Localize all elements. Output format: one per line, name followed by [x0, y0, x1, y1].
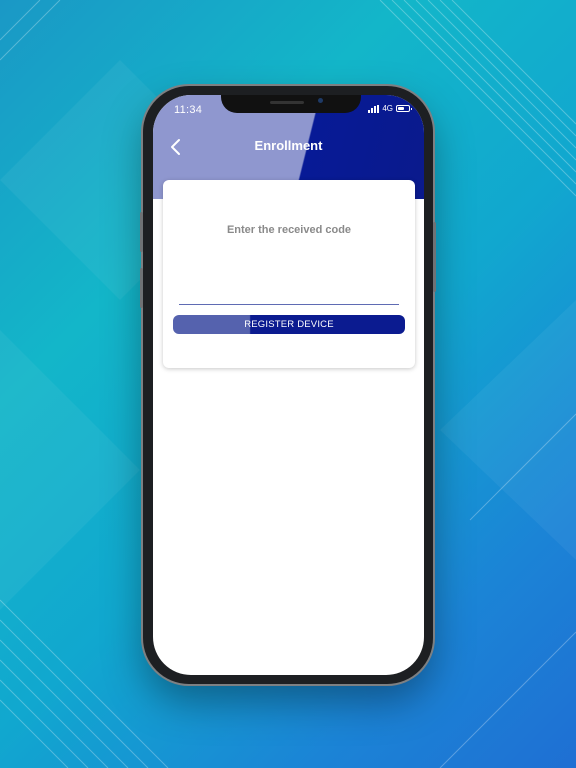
code-input[interactable] — [179, 280, 399, 305]
phone-side-button — [140, 212, 143, 252]
notch — [221, 95, 361, 113]
network-type: 4G — [382, 104, 393, 113]
phone-side-button — [140, 268, 143, 308]
register-device-button[interactable]: REGISTER DEVICE — [173, 315, 405, 334]
camera-icon — [318, 98, 323, 103]
speaker-grille — [270, 101, 304, 104]
signal-bars-icon — [368, 104, 380, 113]
phone-side-button — [433, 222, 436, 292]
enrollment-card: Enter the received code REGISTER DEVICE — [163, 180, 415, 368]
register-device-label: REGISTER DEVICE — [244, 319, 334, 330]
phone-screen: 11:34 4G Enrollment Enter the received c… — [153, 95, 424, 675]
status-indicators: 4G — [368, 104, 412, 113]
status-time: 11:34 — [174, 104, 203, 116]
page-title: Enrollment — [254, 138, 323, 153]
code-prompt: Enter the received code — [226, 224, 352, 236]
battery-icon — [396, 105, 412, 112]
